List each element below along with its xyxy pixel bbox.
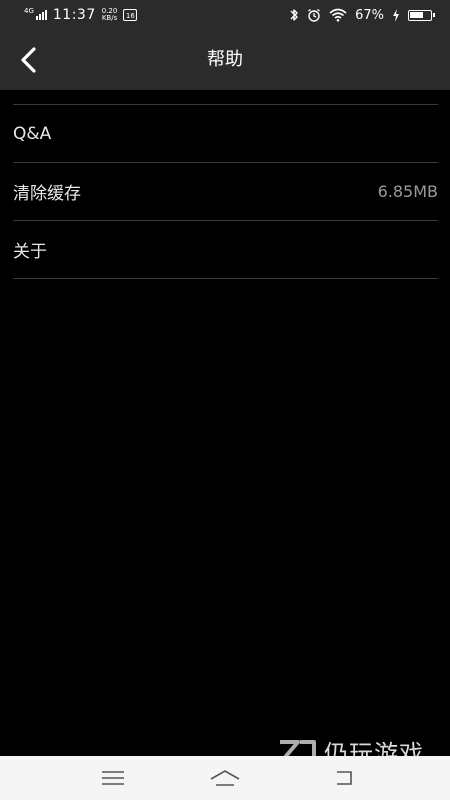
cellular-group: 4G bbox=[24, 7, 47, 20]
speed-unit: KB/s bbox=[101, 14, 118, 22]
app-header: 帮助 bbox=[0, 30, 450, 90]
bluetooth-icon bbox=[290, 9, 298, 21]
signal-icon bbox=[35, 10, 47, 20]
screen: 4G 11:37 0.20 KB/s 16 67% 帮助 Q&A 清除缓存 6.… bbox=[0, 0, 450, 800]
menu-item-label: 清除缓存 bbox=[13, 184, 81, 204]
back-button[interactable] bbox=[8, 40, 48, 80]
notification-app-icon: 16 bbox=[123, 9, 138, 21]
menu-item-label: 关于 bbox=[13, 242, 47, 262]
battery-percent: 67% bbox=[355, 7, 384, 23]
home-nav-button[interactable] bbox=[203, 764, 247, 792]
menu-item-about[interactable]: 关于 bbox=[13, 221, 438, 279]
battery-fill bbox=[410, 11, 423, 18]
wifi-icon bbox=[329, 8, 347, 22]
system-nav-bar bbox=[0, 756, 450, 800]
menu-item-label: Q&A bbox=[13, 123, 52, 144]
status-time: 11:37 bbox=[52, 7, 96, 23]
menu-item-qa[interactable]: Q&A bbox=[13, 105, 438, 163]
hamburger-icon bbox=[102, 771, 124, 785]
menu-item-clear-cache[interactable]: 清除缓存 6.85MB bbox=[13, 163, 438, 221]
page-title: 帮助 bbox=[207, 49, 243, 70]
chevron-left-icon bbox=[21, 47, 36, 73]
charging-icon bbox=[393, 8, 399, 22]
network-type: 4G bbox=[24, 7, 34, 15]
status-left: 4G 11:37 0.20 KB/s 16 bbox=[24, 0, 138, 30]
network-speed: 0.20 KB/s bbox=[102, 8, 118, 22]
settings-list: Q&A 清除缓存 6.85MB 关于 bbox=[13, 104, 438, 279]
return-icon bbox=[337, 771, 352, 785]
home-icon bbox=[210, 770, 240, 786]
cache-size-value: 6.85MB bbox=[377, 182, 438, 201]
status-right: 67% bbox=[289, 0, 435, 30]
menu-nav-button[interactable] bbox=[91, 764, 135, 792]
back-nav-button[interactable] bbox=[322, 764, 366, 792]
battery-icon bbox=[408, 9, 435, 21]
alarm-icon bbox=[308, 8, 321, 22]
status-bar: 4G 11:37 0.20 KB/s 16 67% bbox=[0, 0, 450, 30]
